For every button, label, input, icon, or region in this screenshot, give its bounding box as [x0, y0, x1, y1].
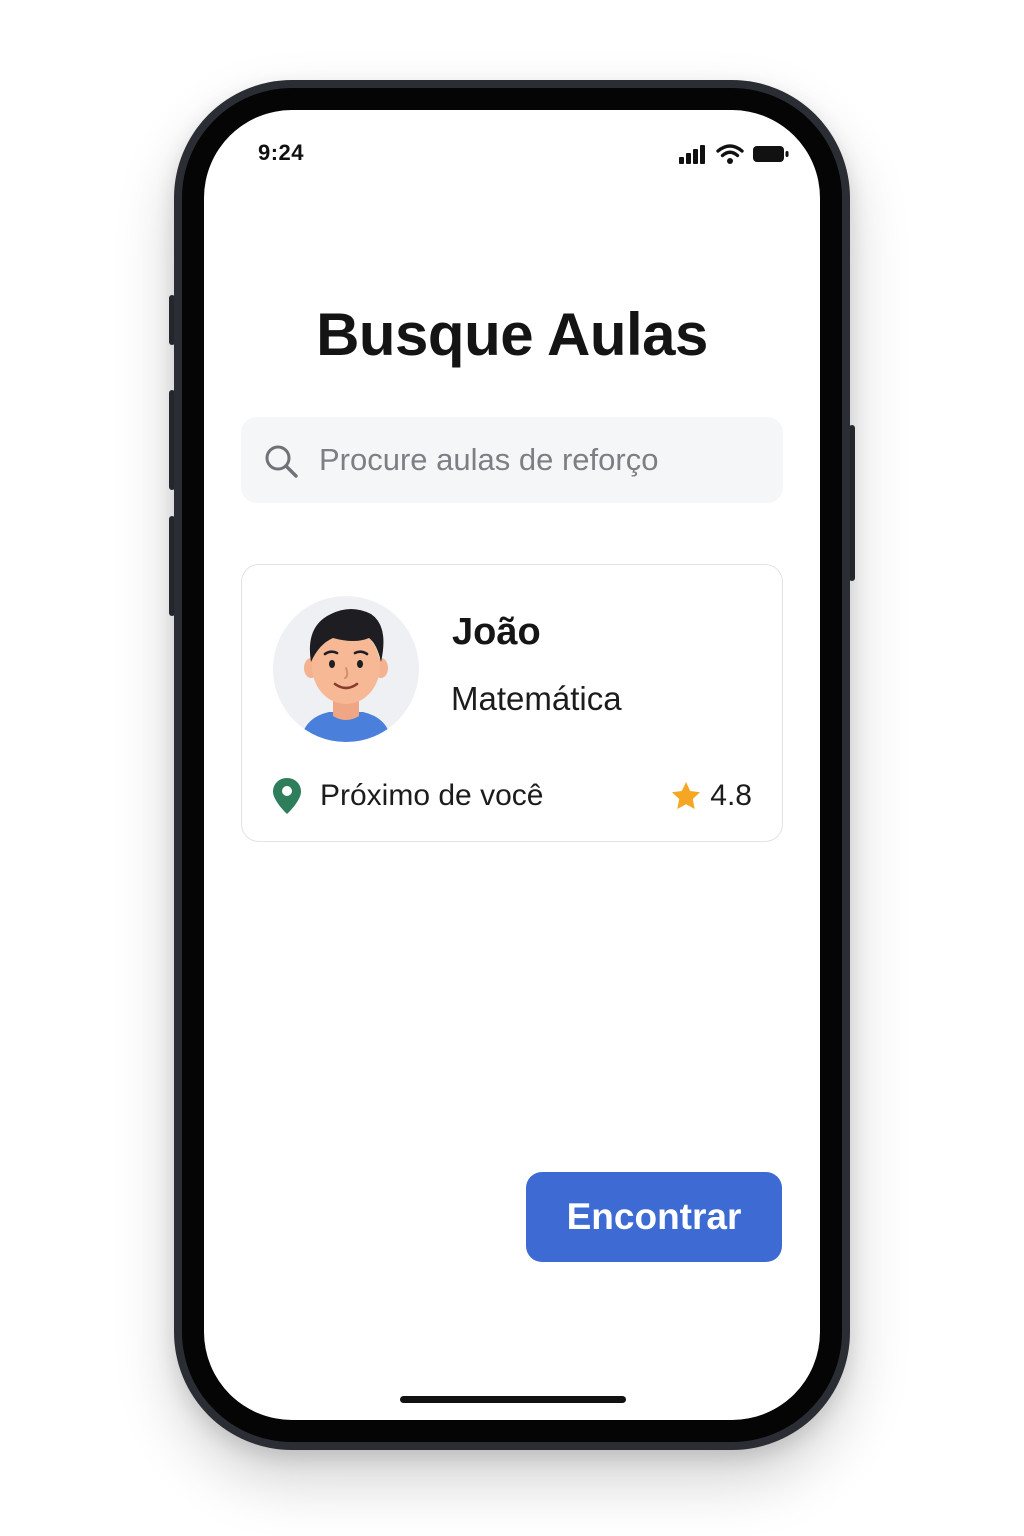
search-bar[interactable] [241, 417, 783, 503]
page-title: Busque Aulas [316, 301, 708, 368]
location-text: Próximo de você [320, 779, 544, 812]
search-icon [265, 445, 298, 478]
home-indicator[interactable] [400, 1396, 626, 1403]
battery-icon [753, 146, 789, 162]
signal-icon [679, 145, 705, 164]
tutor-subject: Matemática [451, 680, 622, 717]
wifi-icon [716, 144, 744, 164]
rating-value: 4.8 [710, 779, 752, 812]
star-icon [672, 782, 701, 809]
find-button[interactable]: Encontrar [526, 1172, 782, 1262]
status-bar: 9:24 [204, 110, 820, 200]
phone-screen: 9:24 Busque Aulas Procure aulas de refor… [204, 110, 820, 1420]
rating: 4.8 [670, 779, 752, 813]
location-info: Próximo de você [272, 777, 543, 815]
location-pin-icon [273, 778, 301, 814]
tutor-avatar-illustration [301, 609, 391, 742]
avatar [273, 596, 419, 742]
page-background: 9:24 Busque Aulas Procure aulas de refor… [0, 0, 1024, 1536]
status-icons [678, 143, 790, 165]
status-time: 9:24 [258, 140, 305, 165]
tutor-name: João [452, 611, 541, 653]
tutor-card[interactable]: João Matemática Próximo de você 4.8 [241, 564, 783, 842]
search-input[interactable] [319, 417, 759, 503]
